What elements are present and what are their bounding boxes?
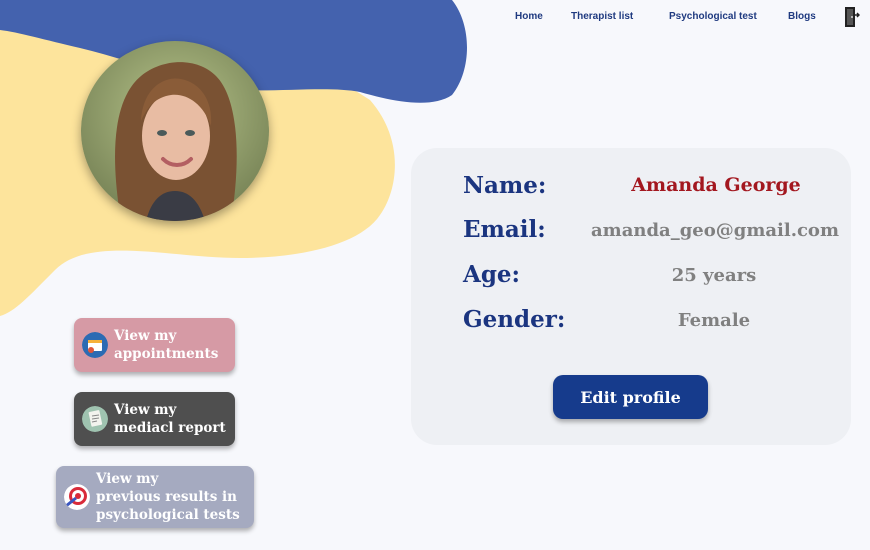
profile-card: Name: Amanda George Email: amanda_geo@gm… [411,148,851,445]
nav-psychological-test-link[interactable]: Psychological test [669,11,757,22]
profile-avatar [81,41,269,221]
top-nav: Home Therapist list Psychological test B… [0,11,870,25]
edit-profile-button[interactable]: Edit profile [553,375,708,419]
email-label: Email: [463,216,546,243]
target-icon [64,484,90,510]
email-value: amanda_geo@gmail.com [590,220,839,241]
age-label: Age: [463,261,521,288]
gender-label: Gender: [463,306,566,333]
view-test-results-label: View my previous results in psychologica… [96,471,240,523]
calendar-icon [82,332,108,358]
name-value: Amanda George [631,174,801,196]
gender-value: Female [677,310,751,331]
nav-therapist-list-link[interactable]: Therapist list [571,11,633,22]
nav-blogs-link[interactable]: Blogs [788,11,816,22]
view-appointments-button[interactable]: View my appointments [74,318,235,372]
logout-door-icon[interactable] [843,5,861,29]
view-test-results-button[interactable]: View my previous results in psychologica… [56,466,254,528]
age-value: 25 years [671,265,757,286]
nav-home-link[interactable]: Home [515,11,543,22]
view-appointments-label: View my appointments [114,328,219,362]
medical-report-icon [82,406,108,432]
view-medical-report-button[interactable]: View my mediacl report [74,392,235,446]
name-label: Name: [463,172,547,199]
view-medical-report-label: View my mediacl report [114,402,226,436]
